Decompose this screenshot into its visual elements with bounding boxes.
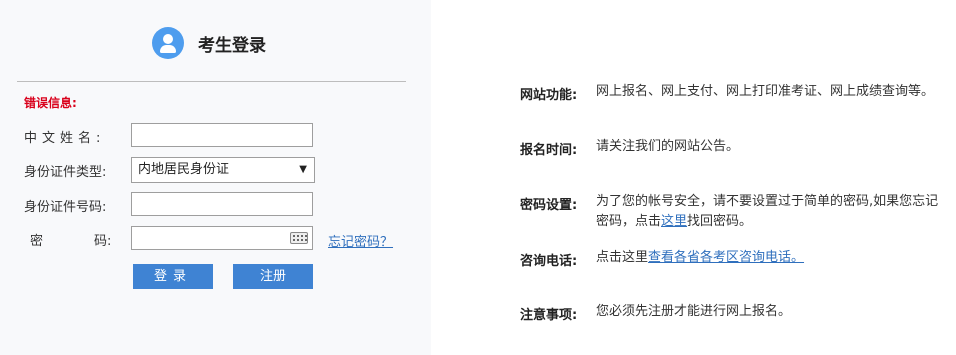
password-setting-label: 密码设置: [520,198,578,213]
password-row: 密 码: 忘记密码？ [0,226,431,252]
user-avatar-icon [152,27,184,59]
password-label-part2: 码: [94,234,112,249]
reg-time-label: 报名时间: [520,143,578,158]
login-panel: 考生登录 错误信息: 中文姓名: 身份证件类型: 内地居民身份证 ▼ 身份证件号… [0,0,431,355]
name-row: 中文姓名: [0,123,431,149]
info-panel: 网站功能: 网上报名、网上支付、网上打印准考证、网上成绩查询等。 报名时间: 请… [431,0,956,355]
id-type-label: 身份证件类型: [24,165,107,180]
notice-label: 注意事项: [520,308,578,323]
password-input[interactable] [131,226,313,250]
id-number-input[interactable] [131,192,313,216]
login-title: 考生登录 [198,35,266,56]
password-setting-text: 为了您的帐号安全，请不要设置过于简单的密码,如果您忘记密码，点击这里找回密码。 [596,192,941,232]
divider [17,81,406,82]
register-button[interactable]: 注册 [233,264,313,289]
id-number-label: 身份证件号码: [24,200,107,215]
password-setting-text-before: 为了您的帐号安全，请不要设置过于简单的密码,如果您忘记密码，点击 [596,194,939,229]
id-type-select[interactable]: 内地居民身份证 ▼ [131,157,315,183]
id-type-value: 内地居民身份证 [138,162,230,177]
consult-phone-text-before: 点击这里 [596,250,649,265]
name-label: 中文姓名: [24,131,106,146]
notice-text: 您必须先注册才能进行网上报名。 [596,304,792,319]
dropdown-arrow-icon: ▼ [299,164,307,175]
keyboard-icon[interactable] [290,232,308,244]
consult-phone-link[interactable]: 查看各省各考区咨询电话。 [648,250,804,265]
site-function-text: 网上报名、网上支付、网上打印准考证、网上成绩查询等。 [596,84,935,99]
site-function-label: 网站功能: [520,88,578,103]
consult-phone-label: 咨询电话: [520,254,578,269]
reg-time-text: 请关注我们的网站公告。 [596,139,740,154]
name-input[interactable] [131,123,313,147]
forgot-password-link[interactable]: 忘记密码？ [328,231,393,250]
retrieve-password-link[interactable]: 这里 [661,214,687,229]
consult-phone-text: 点击这里查看各省各考区咨询电话。 [596,248,941,268]
login-button[interactable]: 登录 [133,264,213,289]
password-label-part1: 密 [30,234,44,249]
login-header: 考生登录 [152,26,266,60]
id-number-row: 身份证件号码: [0,192,431,218]
error-label: 错误信息: [24,96,77,110]
id-type-row: 身份证件类型: 内地居民身份证 ▼ [0,157,431,183]
password-setting-text-after: 找回密码。 [687,214,753,229]
